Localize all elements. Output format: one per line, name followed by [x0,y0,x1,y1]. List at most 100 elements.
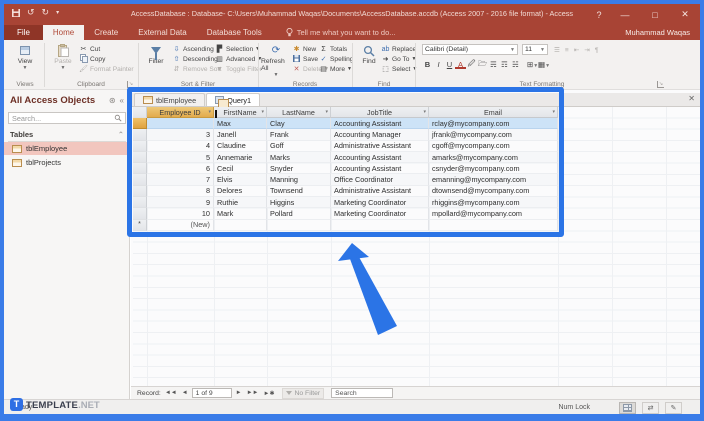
row-selector[interactable] [133,152,147,163]
cell-lastname[interactable]: Pollard [267,208,331,219]
cell-new-jobtitle[interactable] [331,220,429,231]
account-user-name[interactable]: Muhammad Waqas [625,28,690,37]
column-header-lastname[interactable]: LastName▾ [267,107,331,118]
save-record-button[interactable]: Save [292,54,318,64]
gridlines-icon[interactable]: ⊞▼ [527,60,538,69]
column-dropdown-icon[interactable]: ▾ [208,109,211,115]
totals-button[interactable]: ΣTotals [319,44,347,54]
cell-firstname[interactable]: Elvis [214,174,267,185]
cell-firstname[interactable]: Ruthie [214,197,267,208]
cell-employee-id[interactable]: 10 [147,208,214,219]
record-position-box[interactable]: 1 of 9 [192,388,232,398]
column-header-jobtitle[interactable]: JobTitle▾ [331,107,429,118]
row-selector[interactable] [133,186,147,197]
cell-firstname[interactable]: Janell [214,129,267,140]
nav-search-input[interactable]: Search... [8,112,126,124]
cell-employee-id[interactable]: 9 [147,197,214,208]
cell-employee-id[interactable] [147,118,214,129]
font-name-select[interactable]: Calibri (Detail)▼ [422,44,518,55]
cell-email[interactable]: rclay@mycompany.com [429,118,558,129]
tab-external-data[interactable]: External Data [128,25,196,40]
row-selector[interactable] [133,174,147,185]
new-blank-record-button[interactable]: ►✱ [263,390,276,397]
cell-email[interactable]: emanning@mycompany.com [429,174,558,185]
copy-button[interactable]: Copy [79,54,105,64]
text-formatting-dialog-launcher-icon[interactable]: ↘ [657,81,664,88]
list-format-buttons[interactable]: ☰≡⇤⇥¶ [554,45,598,55]
cell-jobtitle[interactable]: Accounting Assistant [331,118,429,129]
cell-lastname[interactable]: Marks [267,152,331,163]
cell-jobtitle[interactable]: Accounting Assistant [331,163,429,174]
filter-button[interactable]: Filter [141,43,171,65]
new-record-button[interactable]: ✱New [292,44,316,54]
italic-button[interactable]: I [433,60,444,69]
filter-status-button[interactable]: No Filter [282,388,324,399]
refresh-all-button[interactable]: ⟳ Refresh All▼ [261,43,291,78]
tab-database-tools[interactable]: Database Tools [197,25,272,40]
cell-jobtitle[interactable]: Administrative Assistant [331,186,429,197]
select-all-cell[interactable] [133,107,147,118]
cell-jobtitle[interactable]: Marketing Coordinator [331,197,429,208]
cell-email[interactable]: amarks@mycompany.com [429,152,558,163]
underline-button[interactable]: U [444,60,455,69]
cell-new-employee-id[interactable]: (New) [147,220,214,231]
font-color-icon[interactable]: A [455,60,466,69]
design-view-button[interactable]: ✎ [665,402,682,414]
help-button[interactable]: ? [588,4,610,25]
cell-lastname[interactable]: Goff [267,141,331,152]
font-size-select[interactable]: 11▼ [522,44,548,55]
row-selector[interactable] [133,129,147,140]
toggle-filter-button[interactable]: ▼Toggle Filter [215,64,262,74]
nav-item-tblprojects[interactable]: tblProjects [4,156,130,169]
cell-firstname[interactable]: Claudine [214,141,267,152]
cell-employee-id[interactable]: 6 [147,163,214,174]
column-dropdown-icon[interactable]: ▾ [423,109,426,115]
previous-record-button[interactable]: ◄ [181,390,189,396]
document-tab-tblemployee[interactable]: tblEmployee [134,93,205,106]
tab-file[interactable]: File [4,25,43,40]
row-selector[interactable] [133,118,147,129]
cut-button[interactable]: ✂Cut [79,44,100,54]
sharepoint-view-button[interactable]: ⇄ [642,402,659,414]
row-selector[interactable] [133,141,147,152]
document-tab-query1[interactable]: Query1 [206,93,260,106]
cell-new-email[interactable] [429,220,558,231]
cell-lastname[interactable]: Manning [267,174,331,185]
cell-firstname[interactable]: Annemarie [214,152,267,163]
format-painter-button[interactable]: 🖌︎Format Painter [79,64,134,74]
selection-button[interactable]: ▛Selection▼ [215,44,260,54]
more-button[interactable]: ▤More▼ [319,64,352,74]
column-header-email[interactable]: Email▾ [429,107,558,118]
bold-button[interactable]: B [422,60,433,69]
alternate-row-color-icon[interactable]: ▦▼ [538,60,549,69]
cell-employee-id[interactable]: 5 [147,152,214,163]
minimize-button[interactable]: — [610,4,640,25]
cell-new-lastname[interactable] [267,220,331,231]
cell-firstname[interactable]: Mark [214,208,267,219]
nav-group-tables[interactable]: Tables ⌃ [8,128,126,142]
column-header-firstname[interactable]: FirstName▾ [214,107,267,118]
ascending-button[interactable]: ⇩Ascending [172,44,214,54]
cell-lastname[interactable]: Townsend [267,186,331,197]
cell-jobtitle[interactable]: Administrative Assistant [331,141,429,152]
replace-button[interactable]: abReplace [381,44,416,54]
datasheet-view-button[interactable] [619,402,636,414]
new-row-marker[interactable]: * [133,220,147,231]
cell-employee-id[interactable]: 8 [147,186,214,197]
find-button[interactable]: Find [354,43,384,65]
advanced-button[interactable]: ▥Advanced▼ [215,54,262,64]
clipboard-dialog-launcher-icon[interactable]: ↘ [127,81,134,88]
next-record-button[interactable]: ► [235,390,243,396]
nav-menu-icon[interactable]: ⊛ [109,96,116,105]
row-selector[interactable] [133,208,147,219]
cell-jobtitle[interactable]: Marketing Coordinator [331,208,429,219]
cell-employee-id[interactable]: 7 [147,174,214,185]
cell-email[interactable]: mpollard@mycompany.com [429,208,558,219]
fill-color-icon[interactable]: 🗁︎ [477,58,488,71]
view-button[interactable]: View▼ [10,43,40,71]
align-left-icon[interactable]: ☴ [488,60,499,69]
nav-item-tblemployee[interactable]: tblEmployee [4,142,130,155]
close-button[interactable]: ✕ [670,4,700,25]
shutter-close-icon[interactable]: « [120,96,124,105]
cell-email[interactable]: jfrank@mycompany.com [429,129,558,140]
